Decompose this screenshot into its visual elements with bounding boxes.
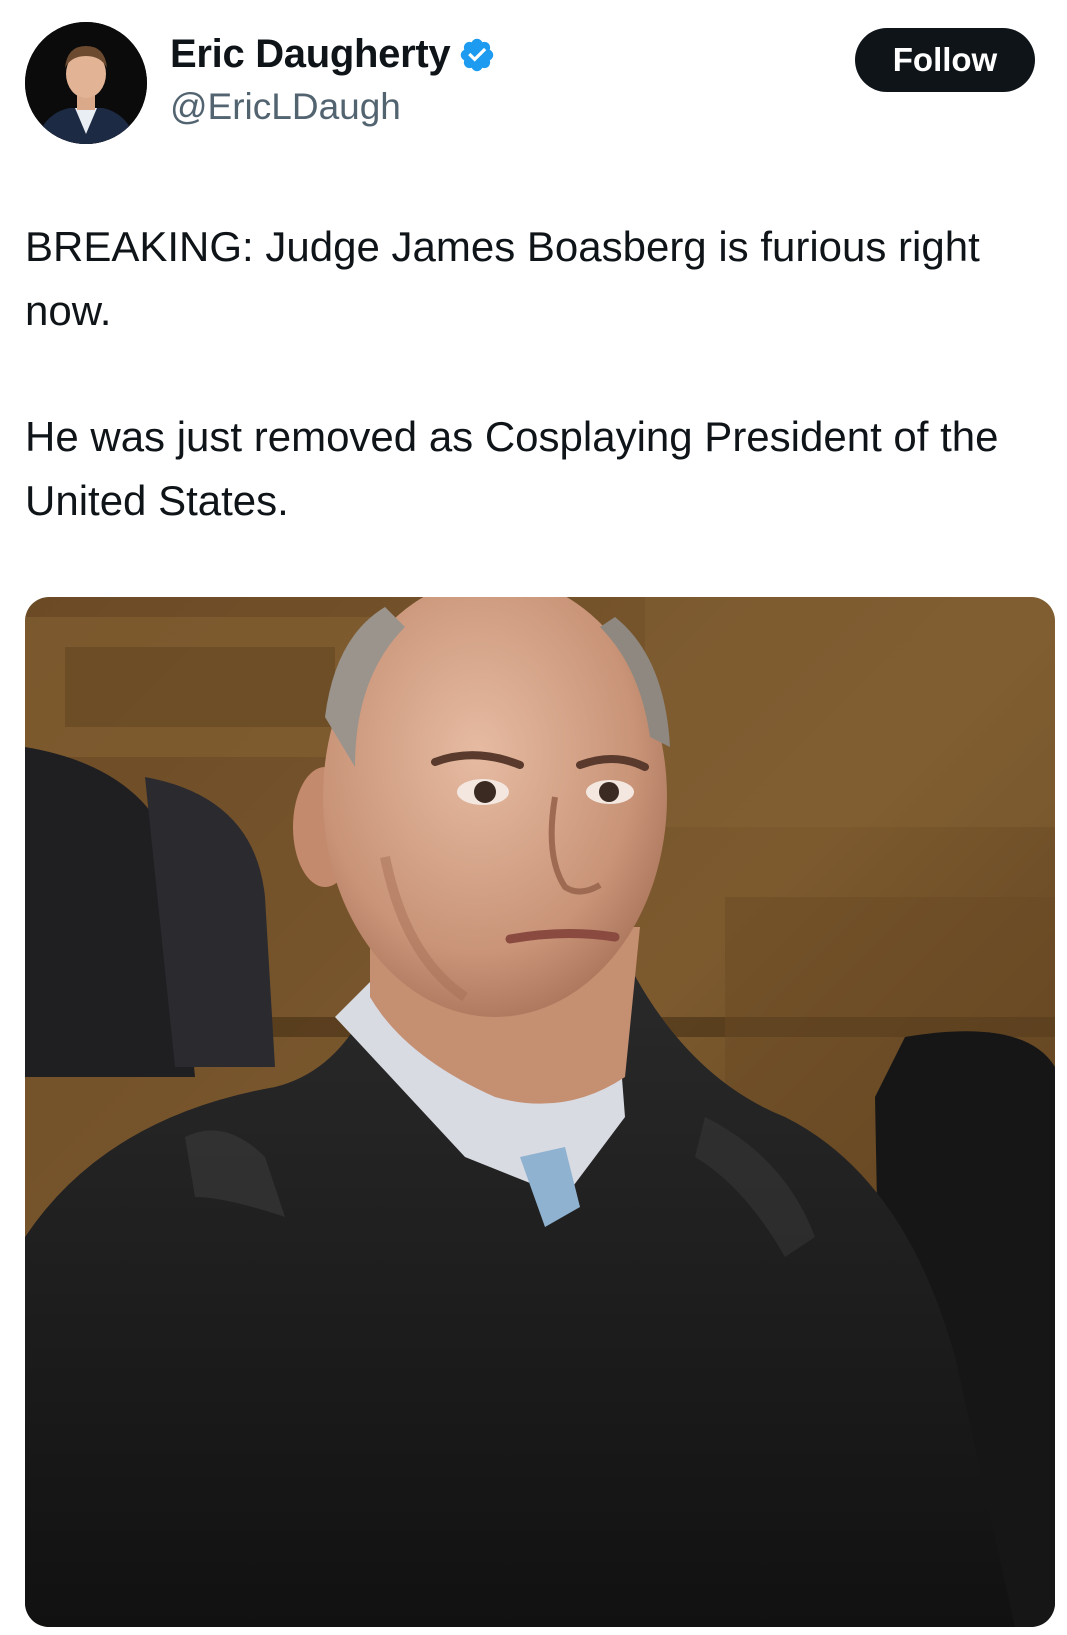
tweet-paragraph: He was just removed as Cosplaying Presid… (25, 413, 999, 524)
judge-photo (25, 597, 1055, 1627)
author-name-row: Eric Daugherty (170, 32, 496, 77)
follow-button[interactable]: Follow (855, 28, 1035, 92)
author-handle[interactable]: @EricLDaugh (170, 86, 401, 128)
tweet-paragraph: BREAKING: Judge James Boasberg is furiou… (25, 223, 980, 334)
verified-badge-icon (461, 38, 494, 71)
tweet-media[interactable] (25, 597, 1055, 1627)
person-avatar-icon (25, 22, 147, 144)
author-avatar[interactable] (25, 22, 147, 144)
tweet-header: Eric Daugherty @EricLDaugh Follow (25, 22, 1035, 147)
author-display-name[interactable]: Eric Daugherty (170, 32, 451, 77)
tweet-text: BREAKING: Judge James Boasberg is furiou… (25, 215, 1045, 533)
